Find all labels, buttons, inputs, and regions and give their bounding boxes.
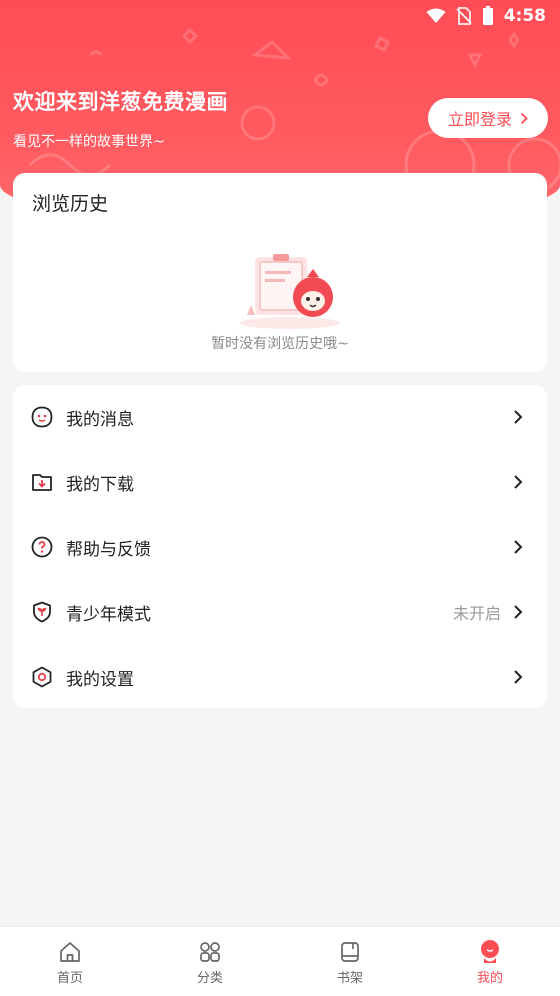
home-icon bbox=[57, 939, 83, 965]
settings-icon bbox=[30, 665, 54, 689]
nav-label: 首页 bbox=[56, 971, 83, 986]
chevron-right-icon bbox=[513, 407, 527, 427]
nav-label: 书架 bbox=[336, 971, 363, 986]
empty-history-illustration bbox=[240, 254, 340, 329]
welcome-subtitle: 看见不一样的故事世界~ bbox=[13, 134, 165, 150]
help-icon bbox=[30, 535, 54, 559]
menu-card: 我的消息 我的下载 帮助与反馈 青少年模式 未开启 我的设置 bbox=[13, 385, 547, 708]
chevron-right-icon bbox=[513, 537, 527, 557]
profile-icon bbox=[477, 939, 503, 965]
wifi-icon bbox=[426, 8, 446, 23]
nav-label: 我的 bbox=[476, 971, 503, 986]
menu-item-label: 我的消息 bbox=[66, 409, 134, 430]
menu-item-label: 我的下载 bbox=[66, 474, 134, 495]
menu-item-messages[interactable]: 我的消息 bbox=[13, 385, 547, 449]
nav-profile[interactable]: 我的 bbox=[420, 927, 560, 996]
download-folder-icon bbox=[30, 470, 54, 494]
nav-bookshelf[interactable]: 书架 bbox=[280, 927, 420, 996]
chevron-right-icon bbox=[513, 667, 527, 687]
bottom-nav: 首页 分类 书架 我的 bbox=[0, 926, 560, 996]
menu-item-help-feedback[interactable]: 帮助与反馈 bbox=[13, 515, 547, 579]
status-bar: 4:58 bbox=[0, 0, 560, 32]
login-button-label: 立即登录 bbox=[447, 110, 512, 129]
menu-item-label: 帮助与反馈 bbox=[66, 539, 151, 560]
history-card: 浏览历史 暂时没有浏览历史哦~ bbox=[13, 173, 547, 372]
nav-label: 分类 bbox=[196, 971, 223, 986]
chevron-right-icon bbox=[513, 602, 527, 622]
menu-item-youth-mode[interactable]: 青少年模式 未开启 bbox=[13, 580, 547, 644]
chevron-right-icon bbox=[513, 472, 527, 492]
login-button[interactable]: 立即登录 bbox=[428, 98, 548, 138]
chevron-right-icon bbox=[520, 112, 528, 124]
profile-screen: 4:58 欢迎来到洋葱免费漫画 看见不一样的故事世界~ 立即登录 浏览历史 暂时… bbox=[0, 0, 560, 996]
menu-item-label: 青少年模式 bbox=[66, 604, 151, 625]
nav-home[interactable]: 首页 bbox=[0, 927, 140, 996]
message-icon bbox=[30, 405, 54, 429]
youth-mode-status: 未开启 bbox=[452, 604, 501, 623]
empty-history-text: 暂时没有浏览历史哦~ bbox=[211, 336, 349, 352]
menu-item-label: 我的设置 bbox=[66, 669, 134, 690]
no-sim-icon bbox=[456, 7, 472, 25]
youth-shield-icon bbox=[30, 600, 54, 624]
menu-item-settings[interactable]: 我的设置 bbox=[13, 645, 547, 709]
history-title: 浏览历史 bbox=[32, 193, 109, 215]
battery-icon bbox=[482, 6, 493, 25]
bookshelf-icon bbox=[337, 939, 363, 965]
welcome-title: 欢迎来到洋葱免费漫画 bbox=[13, 90, 228, 114]
nav-category[interactable]: 分类 bbox=[140, 927, 280, 996]
menu-item-downloads[interactable]: 我的下载 bbox=[13, 450, 547, 514]
category-icon bbox=[197, 939, 223, 965]
status-time: 4:58 bbox=[503, 6, 546, 26]
